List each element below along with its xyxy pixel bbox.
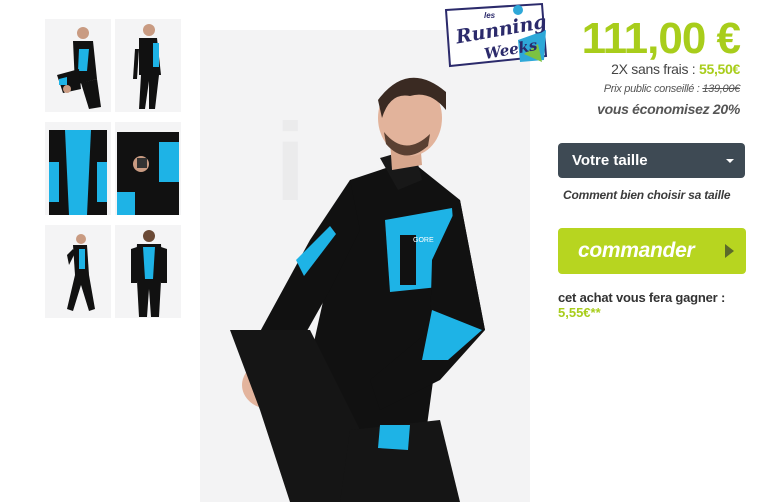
installments-value: 55,50€ bbox=[698, 61, 740, 77]
rrp-value: 139,00€ bbox=[702, 83, 740, 95]
gore-logo: GORE bbox=[413, 237, 434, 244]
size-select[interactable]: Votre taille bbox=[558, 143, 745, 178]
thumbnail-back[interactable] bbox=[115, 225, 181, 318]
order-button-label: commander bbox=[578, 239, 695, 262]
size-guide-link[interactable]: Comment bien choisir sa taille bbox=[563, 188, 731, 202]
rrp-info: Prix public conseillé : 139,00€ bbox=[603, 83, 741, 95]
saving-text: vous économisez 20% bbox=[597, 101, 740, 117]
play-arrow-icon bbox=[725, 244, 734, 258]
product-price: 111,00 € bbox=[581, 14, 741, 63]
thumbnail-running[interactable] bbox=[45, 225, 111, 318]
order-button[interactable]: commander bbox=[558, 228, 746, 274]
caret-down-icon bbox=[726, 159, 734, 163]
thumbnail-side[interactable] bbox=[115, 19, 181, 112]
installments-info: 2X sans frais : 55,50€ bbox=[611, 61, 740, 77]
thumbnail-back-detail[interactable] bbox=[45, 122, 111, 215]
rrp-label: Prix public conseillé : bbox=[603, 83, 700, 95]
thumbnail-front-stretch[interactable] bbox=[45, 19, 111, 112]
thumbnail-pocket-detail[interactable] bbox=[115, 122, 181, 215]
loyalty-value: 5,55€** bbox=[558, 305, 601, 320]
svg-text:i: i bbox=[275, 101, 306, 224]
size-select-value: Votre taille bbox=[572, 152, 648, 169]
loyalty-text: cet achat vous fera gagner : bbox=[558, 290, 726, 305]
installments-label: 2X sans frais : bbox=[611, 61, 696, 77]
running-weeks-badge: les Running Weeks bbox=[438, 0, 550, 70]
main-product-image[interactable]: i GORE bbox=[200, 30, 530, 502]
badge-line1: les bbox=[484, 11, 496, 20]
